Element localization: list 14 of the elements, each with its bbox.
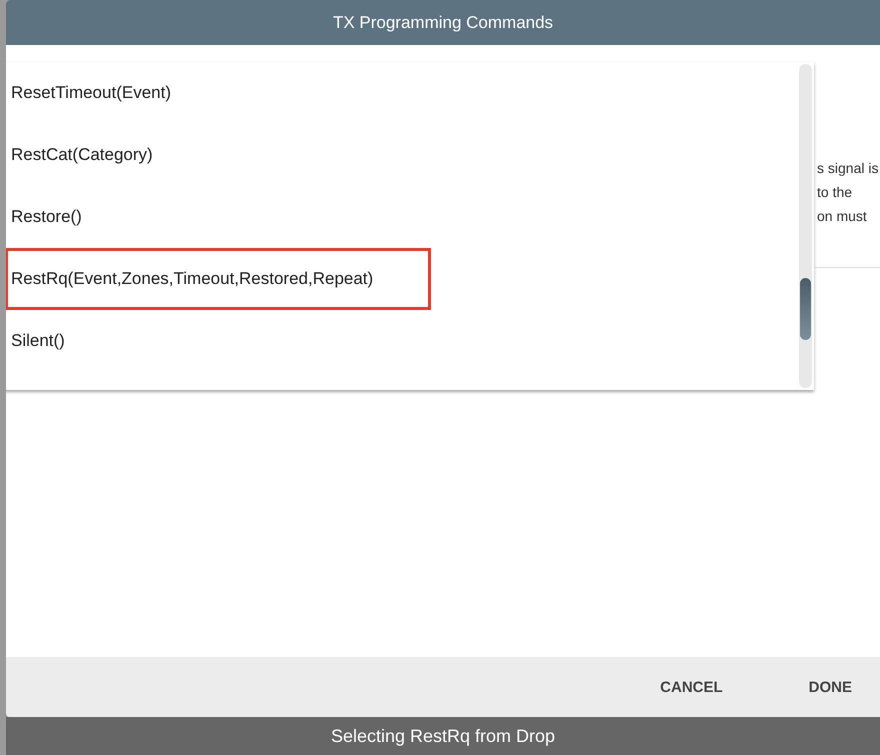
caption-text: Selecting RestRq from Drop [6,717,880,755]
cancel-button[interactable]: CANCEL [642,668,741,706]
dropdown-item[interactable]: ResetTimeout(Event) [6,62,765,124]
description-text: to the [816,183,854,202]
dropdown-item[interactable]: Restore() [6,186,765,248]
description-text: s signal is [816,159,880,178]
description-text: on must [816,207,868,226]
dropdown-item[interactable]: RestCat(Category) [6,124,765,186]
done-button[interactable]: DONE [790,668,870,706]
scrollbar-track[interactable] [799,64,812,388]
dropdown-item[interactable]: RestRq(Event,Zones,Timeout,Restored,Repeat) [6,248,431,310]
dropdown-item[interactable]: Silent() [6,310,765,372]
scrollbar-thumb[interactable] [800,278,811,340]
dialog-title: TX Programming Commands [6,0,880,45]
